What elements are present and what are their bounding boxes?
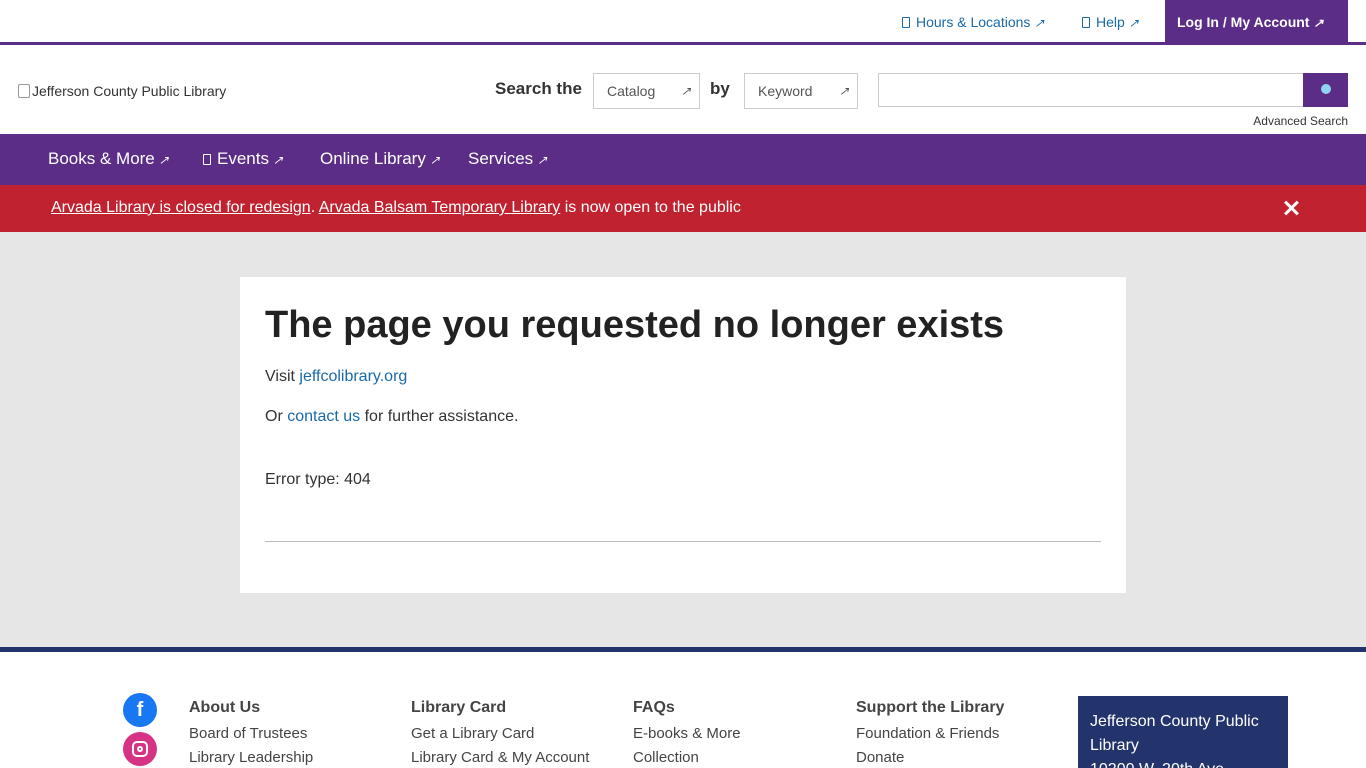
homepage-link[interactable]: jeffcolibrary.org — [299, 368, 407, 385]
search-type-select[interactable]: Keyword ↗ — [744, 73, 858, 109]
alert-suffix: is now open to the public — [560, 199, 741, 216]
nav-label: Books & More — [48, 149, 155, 168]
footer-col-support: Support the Library Foundation & Friends… — [856, 699, 1004, 768]
external-link-icon: ↗ — [429, 153, 440, 167]
address-line: Jefferson County Public — [1090, 713, 1259, 730]
search-type-value: Keyword — [758, 83, 813, 99]
footer-link[interactable]: Donate — [856, 746, 1004, 768]
nav-services[interactable]: Services ↗ — [468, 149, 547, 169]
main-nav: Books & More ↗ Events ↗ Online Library ↗ Se… — [0, 134, 1366, 185]
visit-prefix: Visit — [265, 368, 300, 385]
footer-link[interactable]: Get a Library Card — [411, 722, 589, 746]
login-account-button[interactable]: Log In / My Account ↗ — [1165, 0, 1348, 45]
address-line: Library — [1090, 737, 1139, 754]
main-content: The page you requested no longer exists … — [0, 232, 1366, 647]
footer-col-faqs: FAQs E-books & More Collection — [633, 699, 741, 768]
alert-message: Arvada Library is closed for redesign. A… — [51, 199, 741, 217]
alert-separator: . — [310, 199, 319, 216]
nav-events[interactable]: Events ↗ — [203, 149, 283, 169]
or-prefix: Or — [265, 408, 288, 425]
footer-heading: FAQs — [633, 699, 675, 716]
search-the-label: Search the — [495, 79, 582, 98]
by-label: by — [710, 79, 730, 98]
calendar-icon — [203, 154, 211, 165]
search-scope-select[interactable]: Catalog ↗ — [593, 73, 700, 109]
footer-link[interactable]: Library Card & My Account — [411, 746, 589, 768]
alert-link-balsam[interactable]: Arvada Balsam Temporary Library — [319, 199, 561, 216]
facebook-icon[interactable]: f — [123, 693, 157, 727]
site-footer: f About Us Board of Trustees Library Lea… — [0, 647, 1366, 768]
external-link-icon: ↗ — [1313, 16, 1324, 30]
broken-image-icon — [18, 84, 30, 98]
nav-books-more[interactable]: Books & More ↗ — [48, 149, 169, 169]
clock-icon — [902, 17, 910, 28]
contact-suffix: for further assistance. — [360, 408, 519, 425]
footer-link[interactable]: Collection — [633, 746, 741, 768]
site-header: Jefferson County Public Library Search t… — [0, 48, 1366, 134]
instagram-glyph — [132, 741, 148, 757]
search-icon — [1321, 84, 1331, 94]
library-logo[interactable]: Jefferson County Public Library — [18, 83, 226, 99]
help-link[interactable]: Help ↗ — [1082, 14, 1139, 30]
contact-paragraph: Or contact us for further assistance. — [265, 408, 1101, 426]
advanced-search-link[interactable]: Advanced Search — [1253, 114, 1348, 128]
footer-heading: Library Card — [411, 699, 507, 716]
help-label: Help — [1096, 14, 1125, 30]
address-block: Jefferson County Public Library 10200 W.… — [1078, 696, 1288, 768]
external-link-icon: ↗ — [537, 153, 548, 167]
footer-link[interactable]: Library Leadership — [189, 746, 313, 768]
external-link-icon: ↗ — [1034, 16, 1045, 30]
nav-online-library[interactable]: Online Library ↗ — [320, 149, 440, 169]
page-title: The page you requested no longer exists — [265, 304, 1005, 346]
error-type: Error type: 404 — [265, 471, 371, 488]
external-link-icon: ↗ — [158, 153, 169, 167]
dropdown-icon: ↗ — [680, 84, 691, 98]
footer-col-about: About Us Board of Trustees Library Leade… — [189, 699, 313, 768]
external-link-icon: ↗ — [1128, 16, 1139, 30]
footer-link[interactable]: Foundation & Friends — [856, 722, 1004, 746]
footer-link[interactable]: Board of Trustees — [189, 722, 313, 746]
utility-bar: Hours & Locations ↗ Help ↗ Log In / My Acc… — [0, 0, 1366, 45]
nav-label: Online Library — [320, 149, 426, 168]
footer-heading: About Us — [189, 699, 261, 716]
instagram-icon[interactable] — [123, 732, 157, 766]
logo-alt-text: Jefferson County Public Library — [32, 83, 227, 99]
search-input[interactable] — [878, 73, 1304, 107]
alert-link-arvada-closed[interactable]: Arvada Library is closed for redesign — [51, 199, 311, 216]
login-label: Log In / My Account — [1177, 14, 1310, 30]
hours-locations-label: Hours & Locations — [916, 14, 1031, 30]
close-icon[interactable] — [1280, 197, 1302, 219]
address-line: 10200 W. 20th Ave. — [1090, 758, 1276, 768]
nav-label: Events — [217, 149, 269, 168]
help-icon — [1082, 17, 1090, 28]
external-link-icon: ↗ — [272, 153, 284, 167]
alert-banner: Arvada Library is closed for redesign. A… — [0, 185, 1366, 232]
hours-locations-link[interactable]: Hours & Locations ↗ — [902, 14, 1044, 30]
dropdown-icon: ↗ — [838, 84, 849, 98]
visit-paragraph: Visit jeffcolibrary.org — [265, 368, 1101, 386]
footer-col-library-card: Library Card Get a Library Card Library … — [411, 699, 589, 768]
search-button[interactable] — [1303, 73, 1348, 107]
divider — [265, 541, 1101, 542]
footer-heading: Support the Library — [856, 699, 1005, 716]
error-card: The page you requested no longer exists … — [240, 277, 1126, 593]
nav-label: Services — [468, 149, 534, 168]
search-scope-value: Catalog — [607, 83, 656, 99]
footer-link[interactable]: E-books & More — [633, 722, 741, 746]
contact-us-link[interactable]: contact us — [287, 408, 360, 425]
